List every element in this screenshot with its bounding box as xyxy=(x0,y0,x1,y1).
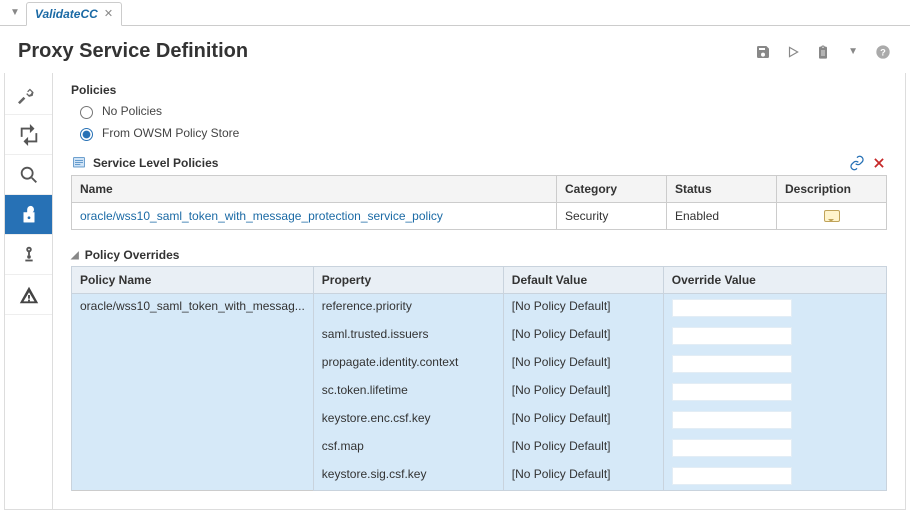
table-row[interactable]: oracle/wss10_saml_token_with_message_pro… xyxy=(72,203,887,230)
override-value-input[interactable] xyxy=(672,383,792,401)
override-property: keystore.enc.csf.key xyxy=(313,406,503,434)
policy-doc-icon xyxy=(71,155,87,171)
col-status: Status xyxy=(667,176,777,203)
sidebar-item-security[interactable] xyxy=(5,195,52,235)
override-value-cell xyxy=(663,294,886,323)
page-title: Proxy Service Definition xyxy=(18,40,248,63)
col-name: Name xyxy=(72,176,557,203)
delete-policy-icon[interactable] xyxy=(871,155,887,171)
radio-owsm-input[interactable] xyxy=(80,128,93,141)
sidebar-item-transport[interactable] xyxy=(5,115,52,155)
override-value-input[interactable] xyxy=(672,299,792,317)
override-value-cell xyxy=(663,462,886,491)
ov-col-policy-name: Policy Name xyxy=(72,267,314,294)
sidebar-item-message[interactable] xyxy=(5,155,52,195)
tab-strip: ▼ ValidateCC ✕ xyxy=(0,0,910,26)
override-property: reference.priority xyxy=(313,294,503,323)
service-level-table: Name Category Status Description oracle/… xyxy=(71,175,887,230)
override-default: [No Policy Default] xyxy=(503,294,663,323)
override-property: keystore.sig.csf.key xyxy=(313,462,503,491)
ov-col-default: Default Value xyxy=(503,267,663,294)
ov-col-property: Property xyxy=(313,267,503,294)
override-value-input[interactable] xyxy=(672,467,792,485)
override-default: [No Policy Default] xyxy=(503,434,663,462)
radio-no-policies[interactable]: No Policies xyxy=(75,103,887,119)
service-level-heading: Service Level Policies xyxy=(93,156,218,170)
sidebar-item-tools[interactable] xyxy=(5,75,52,115)
overrides-table: Policy Name Property Default Value Overr… xyxy=(71,266,887,491)
overrides-header: ◢ Policy Overrides xyxy=(71,248,887,262)
ov-col-override: Override Value xyxy=(663,267,886,294)
override-value-input[interactable] xyxy=(672,355,792,373)
col-description: Description xyxy=(777,176,887,203)
sidebar xyxy=(5,73,53,509)
overrides-heading: Policy Overrides xyxy=(85,248,180,262)
policies-heading: Policies xyxy=(71,83,887,97)
override-default: [No Policy Default] xyxy=(503,322,663,350)
override-value-cell xyxy=(663,350,886,378)
override-row: oracle/wss10_saml_token_with_messag...re… xyxy=(72,294,887,323)
clipboard-icon[interactable] xyxy=(814,43,832,61)
policy-description-cell[interactable] xyxy=(777,203,887,230)
override-value-cell xyxy=(663,434,886,462)
override-value-input[interactable] xyxy=(672,327,792,345)
main-layout: Policies No Policies From OWSM Policy St… xyxy=(4,73,906,510)
override-property: sc.token.lifetime xyxy=(313,378,503,406)
help-icon[interactable]: ? xyxy=(874,43,892,61)
radio-owsm-label: From OWSM Policy Store xyxy=(102,126,239,140)
override-value-cell xyxy=(663,378,886,406)
clipboard-menu-icon[interactable]: ▼ xyxy=(844,46,862,57)
tab-close-icon[interactable]: ✕ xyxy=(104,7,113,20)
tab-label: ValidateCC xyxy=(35,7,98,21)
policy-category-cell: Security xyxy=(557,203,667,230)
override-value-input[interactable] xyxy=(672,439,792,457)
override-default: [No Policy Default] xyxy=(503,350,663,378)
content: Policies No Policies From OWSM Policy St… xyxy=(53,73,905,509)
save-icon[interactable] xyxy=(754,43,772,61)
title-actions: ▼ ? xyxy=(754,43,892,61)
radio-owsm[interactable]: From OWSM Policy Store xyxy=(75,125,887,141)
override-property: saml.trusted.issuers xyxy=(313,322,503,350)
collapse-arrow-icon[interactable]: ◢ xyxy=(71,250,79,261)
run-icon[interactable] xyxy=(784,43,802,61)
sidebar-item-settings[interactable] xyxy=(5,235,52,275)
policy-status-cell: Enabled xyxy=(667,203,777,230)
override-value-cell xyxy=(663,322,886,350)
policy-name-cell: oracle/wss10_saml_token_with_message_pro… xyxy=(72,203,557,230)
description-bubble-icon[interactable] xyxy=(824,210,840,222)
override-value-cell xyxy=(663,406,886,434)
override-property: csf.map xyxy=(313,434,503,462)
override-default: [No Policy Default] xyxy=(503,462,663,491)
override-policy-name: oracle/wss10_saml_token_with_messag... xyxy=(72,294,314,491)
title-bar: Proxy Service Definition ▼ ? xyxy=(0,26,910,73)
radio-no-policies-label: No Policies xyxy=(102,104,162,118)
override-default: [No Policy Default] xyxy=(503,406,663,434)
tab-validatecc[interactable]: ValidateCC ✕ xyxy=(26,2,122,26)
tab-list-dropdown-icon[interactable]: ▼ xyxy=(6,7,24,18)
override-value-input[interactable] xyxy=(672,411,792,429)
col-category: Category xyxy=(557,176,667,203)
svg-text:?: ? xyxy=(880,47,886,57)
override-property: propagate.identity.context xyxy=(313,350,503,378)
radio-no-policies-input[interactable] xyxy=(80,106,93,119)
service-level-header: Service Level Policies xyxy=(71,155,887,171)
sidebar-item-alerts[interactable] xyxy=(5,275,52,315)
override-default: [No Policy Default] xyxy=(503,378,663,406)
attach-policy-icon[interactable] xyxy=(849,155,865,171)
